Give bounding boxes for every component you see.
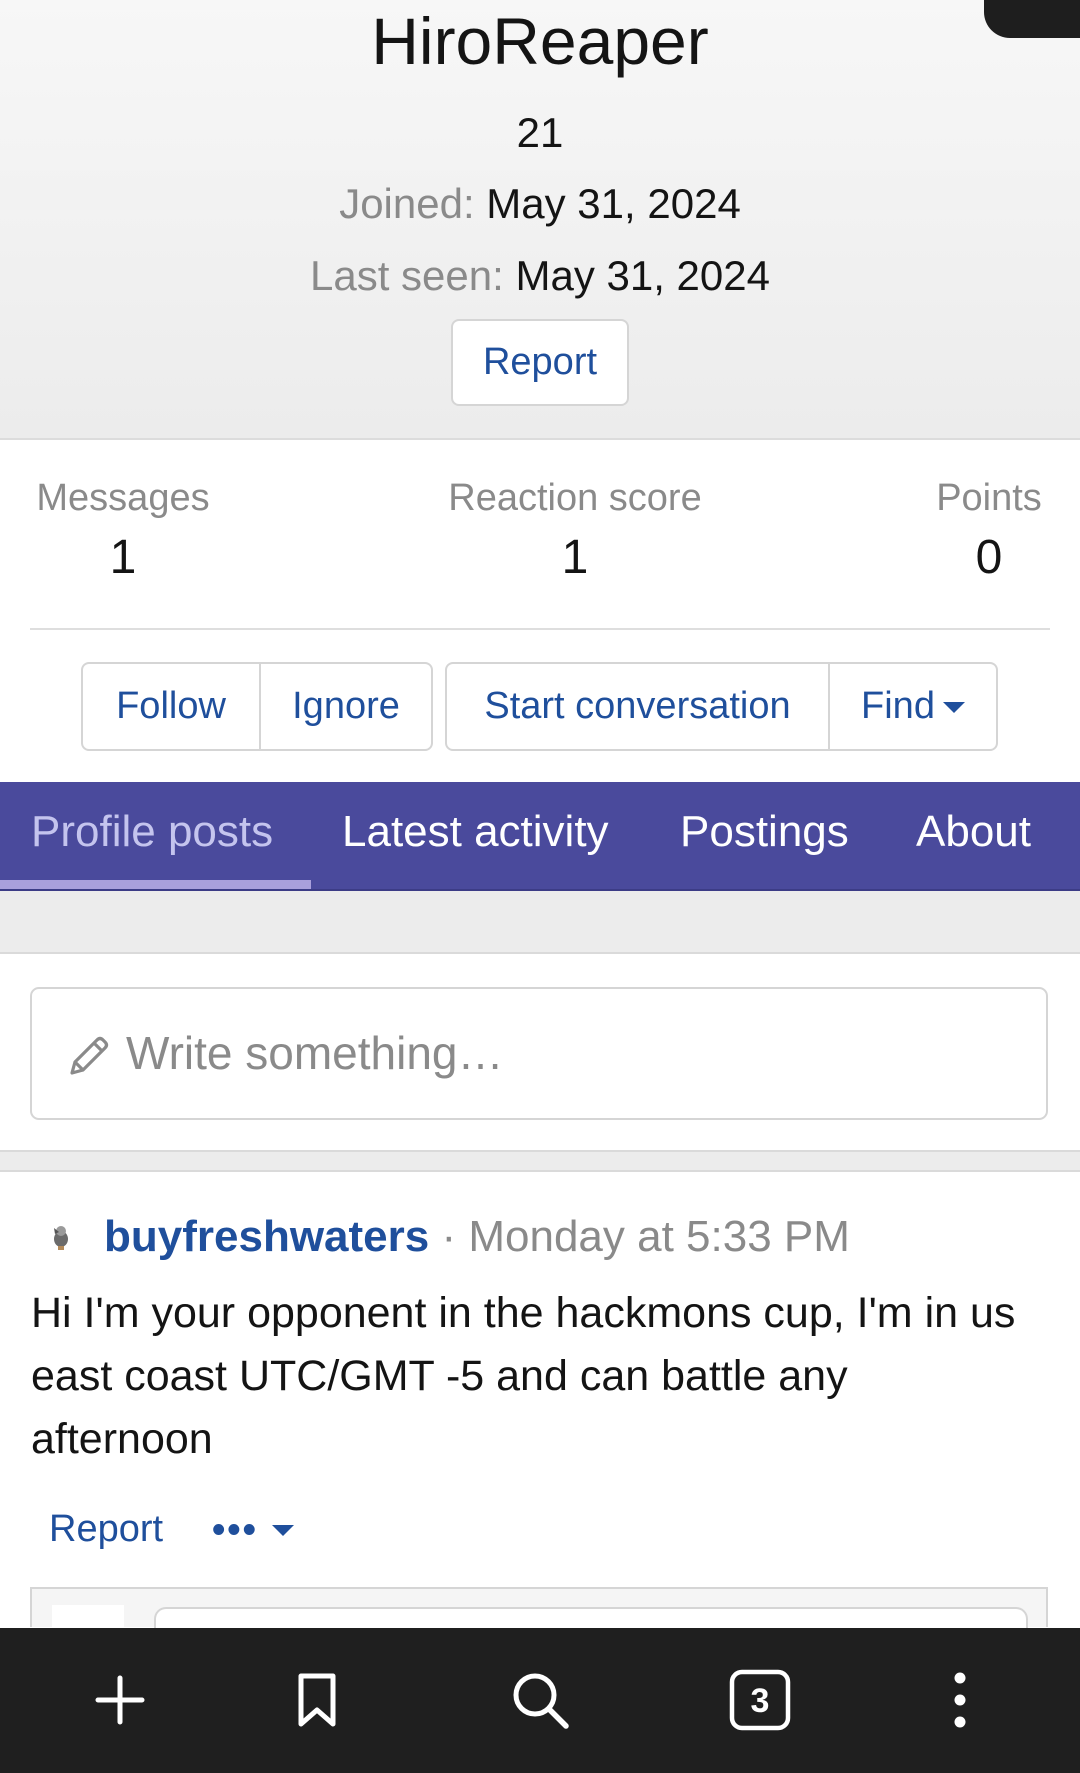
tab-about[interactable]: About xyxy=(916,782,1031,889)
follow-ignore-group: Follow Ignore xyxy=(81,662,433,751)
stat-reaction-label: Reaction score xyxy=(448,477,702,519)
profile-tabs: Profile posts Latest activity Postings A… xyxy=(0,782,1080,891)
bookmark-icon[interactable] xyxy=(285,1668,349,1732)
pencil-icon xyxy=(70,1036,109,1075)
chevron-down-icon xyxy=(942,702,965,714)
author-avatar[interactable] xyxy=(46,1222,76,1252)
last-seen-value: May 31, 2024 xyxy=(515,252,770,299)
stat-reaction-score: Reaction score 1 xyxy=(440,470,710,590)
stat-messages[interactable]: Messages 1 xyxy=(30,470,216,590)
stat-points-value: 0 xyxy=(975,531,1003,584)
joined-line: Joined: May 31, 2024 xyxy=(0,179,1080,229)
chevron-down-icon xyxy=(271,1524,294,1536)
start-conversation-button[interactable]: Start conversation xyxy=(447,664,828,749)
section-spacer xyxy=(0,891,1080,954)
post-more-menu[interactable]: ••• xyxy=(212,1510,294,1550)
ignore-button[interactable]: Ignore xyxy=(259,664,431,749)
write-something-input[interactable]: Write something… xyxy=(30,987,1048,1120)
plus-icon[interactable] xyxy=(88,1668,152,1732)
active-tab-indicator xyxy=(0,880,311,889)
post-body: Hi I'm your opponent in the hackmons cup… xyxy=(31,1289,1016,1463)
find-label: Find xyxy=(861,685,935,727)
profile-stats: Messages 1 Reaction score 1 Points 0 xyxy=(0,470,1080,584)
profile-user-title: 21 xyxy=(516,109,564,156)
tabs-icon[interactable]: 3 xyxy=(728,1668,792,1732)
post-meta-separator: · xyxy=(441,1212,457,1261)
post-meta: buyfreshwaters · Monday at 5:33 PM xyxy=(104,1207,850,1267)
last-seen-line: Last seen: May 31, 2024 xyxy=(0,251,1080,301)
post-separator xyxy=(0,1150,1080,1172)
post-report-link[interactable]: Report xyxy=(49,1504,163,1554)
post-timestamp[interactable]: Monday at 5:33 PM xyxy=(468,1212,850,1261)
profile-header: HiroReaper 21 Joined: May 31, 2024 Last … xyxy=(0,0,1080,440)
joined-label: Joined: xyxy=(339,180,475,227)
find-dropdown-button[interactable]: Find xyxy=(828,664,996,749)
tab-latest-activity[interactable]: Latest activity xyxy=(342,782,609,889)
browser-bottom-bar: 3 xyxy=(0,1628,1080,1773)
post-author-link[interactable]: buyfreshwaters xyxy=(104,1212,429,1261)
tab-count: 3 xyxy=(751,1682,770,1720)
stat-points[interactable]: Points 0 xyxy=(928,470,1050,590)
conversation-find-group: Start conversation Find xyxy=(445,662,998,751)
comment-area xyxy=(30,1587,1048,1637)
tab-postings[interactable]: Postings xyxy=(680,782,849,889)
stat-messages-value: 1 xyxy=(109,531,137,584)
follow-button[interactable]: Follow xyxy=(83,664,259,749)
stat-points-label: Points xyxy=(936,477,1042,519)
search-icon[interactable] xyxy=(508,1668,572,1732)
write-something-placeholder: Write something… xyxy=(126,1027,504,1079)
stat-messages-label: Messages xyxy=(36,477,210,519)
tab-profile-posts[interactable]: Profile posts xyxy=(31,782,273,889)
menu-icon[interactable] xyxy=(928,1668,992,1732)
last-seen-label: Last seen: xyxy=(310,252,504,299)
more-dots-icon: ••• xyxy=(212,1509,258,1551)
joined-value: May 31, 2024 xyxy=(486,180,741,227)
stat-reaction-value: 1 xyxy=(561,531,589,584)
report-profile-button[interactable]: Report xyxy=(451,319,629,406)
profile-username: HiroReaper xyxy=(371,4,709,78)
stats-divider xyxy=(30,628,1050,630)
